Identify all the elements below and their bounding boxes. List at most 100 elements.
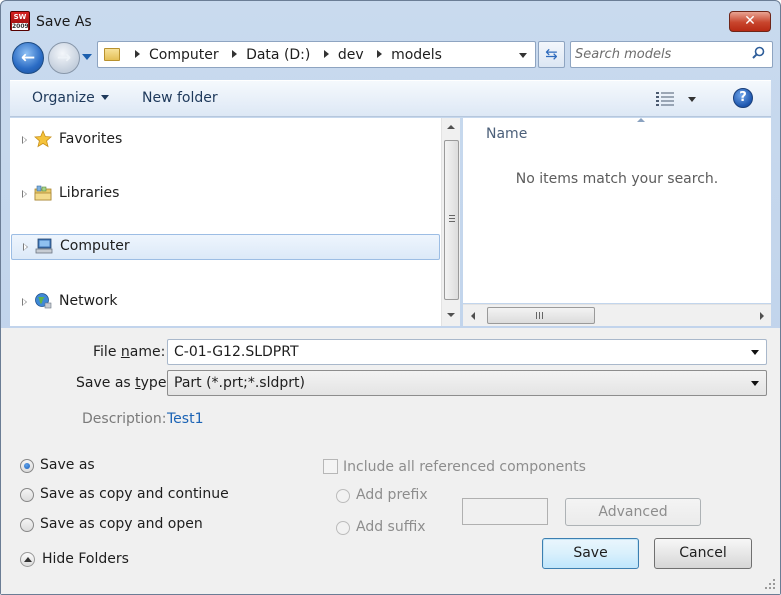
save-as-type-value: Part (*.prt;*.sldprt) [174,375,305,391]
file-list[interactable]: Name No items match your search. [463,118,771,303]
breadcrumb-separator-icon[interactable] [232,50,238,58]
tree-item-label: Favorites [59,131,123,147]
new-folder-button[interactable]: New folder [142,90,218,106]
tree-item-favorites[interactable]: Favorites [10,127,441,153]
radio-label: Add suffix [356,519,426,535]
navigation-vertical-scrollbar[interactable] [441,118,460,326]
app-icon-year: 2009 [12,23,29,30]
tree-item-label: Network [59,293,118,309]
radio-button[interactable] [336,489,350,503]
search-input[interactable] [573,44,743,65]
computer-icon [35,238,53,254]
app-icon-text: SW [13,13,27,21]
folder-icon [104,48,120,61]
radio-button[interactable] [20,488,34,502]
tree-item-computer[interactable]: Computer [11,234,440,260]
radio-button[interactable] [20,459,34,473]
network-icon [35,293,52,309]
window-title: Save As [36,14,92,30]
scroll-down-icon[interactable] [447,313,455,317]
advanced-button[interactable]: Advanced [565,498,701,526]
prefix-suffix-input[interactable] [462,498,548,525]
grip-icon [536,312,543,319]
forward-button[interactable]: → [48,42,80,74]
radio-label: Save as [40,457,95,473]
breadcrumb-item[interactable]: models [391,47,442,63]
scrollbar-thumb[interactable] [444,140,459,300]
expand-arrow-icon[interactable] [23,243,28,251]
search-icon[interactable] [752,46,765,59]
address-dropdown-icon[interactable] [519,53,527,58]
radio-label: Save as copy and open [40,516,203,532]
tree-item-libraries[interactable]: Libraries [10,181,441,207]
close-icon: ✕ [744,13,756,29]
cancel-button[interactable]: Cancel [654,538,752,569]
breadcrumb: Computer Data (D:) dev models [126,47,442,63]
breadcrumb-separator-icon[interactable] [135,50,140,58]
breadcrumb-separator-icon[interactable] [323,50,329,58]
chevron-down-icon[interactable] [751,350,759,355]
scrollbar-thumb[interactable] [487,307,595,324]
file-name-label: File name: [93,344,166,360]
save-button[interactable]: Save [542,538,639,569]
breadcrumb-item[interactable]: Computer [149,47,219,63]
save-as-type-label: Save as type: [76,375,172,391]
include-referenced-label: Include all referenced components [343,459,586,475]
back-button[interactable]: ← [12,42,44,74]
navigation-pane: Favorites Libraries Computer Network [10,118,441,326]
scroll-left-icon[interactable] [471,312,475,320]
hide-folders-label: Hide Folders [42,551,129,567]
radio-label: Add prefix [356,487,428,503]
star-icon [34,130,52,148]
scroll-right-icon[interactable] [760,312,764,320]
file-name-value[interactable]: C-01-G12.SLDPRT [174,344,299,360]
expand-arrow-icon[interactable] [22,190,27,198]
resize-grip-icon[interactable] [765,579,776,590]
save-as-dialog: SW 2009 Save As ✕ ← → Computer Data (D:)… [0,0,781,595]
back-arrow-icon: ← [20,48,36,68]
tree-item-network[interactable]: Network [10,289,441,315]
libraries-icon [34,185,52,201]
navigation-bar: ← → Computer Data (D:) dev models ⇆ [1,37,780,77]
recent-locations-dropdown-icon[interactable] [82,54,92,60]
view-options-icon[interactable] [656,91,674,106]
collapse-icon [20,552,35,567]
organize-button[interactable]: Organize [32,90,109,106]
expand-arrow-icon[interactable] [22,136,27,144]
chevron-down-icon[interactable] [751,381,759,386]
grip-icon [449,215,455,222]
tree-item-label: Libraries [59,185,120,201]
search-box[interactable] [570,41,773,68]
description-label: Description: [82,411,167,427]
solidworks-app-icon: SW 2009 [10,11,30,31]
save-as-type-select[interactable]: Part (*.prt;*.sldprt) [167,370,767,396]
address-bar[interactable]: Computer Data (D:) dev models [97,41,536,68]
breadcrumb-item[interactable]: Data (D:) [246,47,310,63]
breadcrumb-separator-icon[interactable] [377,50,383,58]
radio-label: Save as copy and continue [40,486,229,502]
file-name-field[interactable]: C-01-G12.SLDPRT [167,339,767,365]
close-button[interactable]: ✕ [729,11,771,32]
description-link[interactable]: Test1 [167,411,203,427]
save-options-panel: File name: C-01-G12.SLDPRT Save as type:… [1,328,780,594]
include-referenced-checkbox[interactable] [323,459,338,474]
breadcrumb-item[interactable]: dev [338,47,364,63]
scroll-up-icon[interactable] [447,125,455,129]
radio-button[interactable] [20,518,34,532]
tree-item-label: Computer [60,238,130,254]
title-bar[interactable]: SW 2009 Save As ✕ [1,1,780,35]
forward-arrow-icon: → [56,48,72,68]
refresh-icon: ⇆ [545,45,558,63]
radio-button[interactable] [336,521,350,535]
empty-message: No items match your search. [515,171,719,187]
organize-label: Organize [32,90,95,106]
file-list-horizontal-scrollbar[interactable] [463,304,771,326]
sort-ascending-icon [637,118,645,122]
view-dropdown-icon[interactable] [688,97,696,102]
expand-arrow-icon[interactable] [22,298,27,306]
help-icon[interactable]: ? [733,88,753,108]
command-toolbar: Organize New folder ? [10,80,771,117]
name-column-header[interactable]: Name [486,126,527,142]
refresh-button[interactable]: ⇆ [538,41,565,68]
chevron-down-icon [100,95,109,100]
